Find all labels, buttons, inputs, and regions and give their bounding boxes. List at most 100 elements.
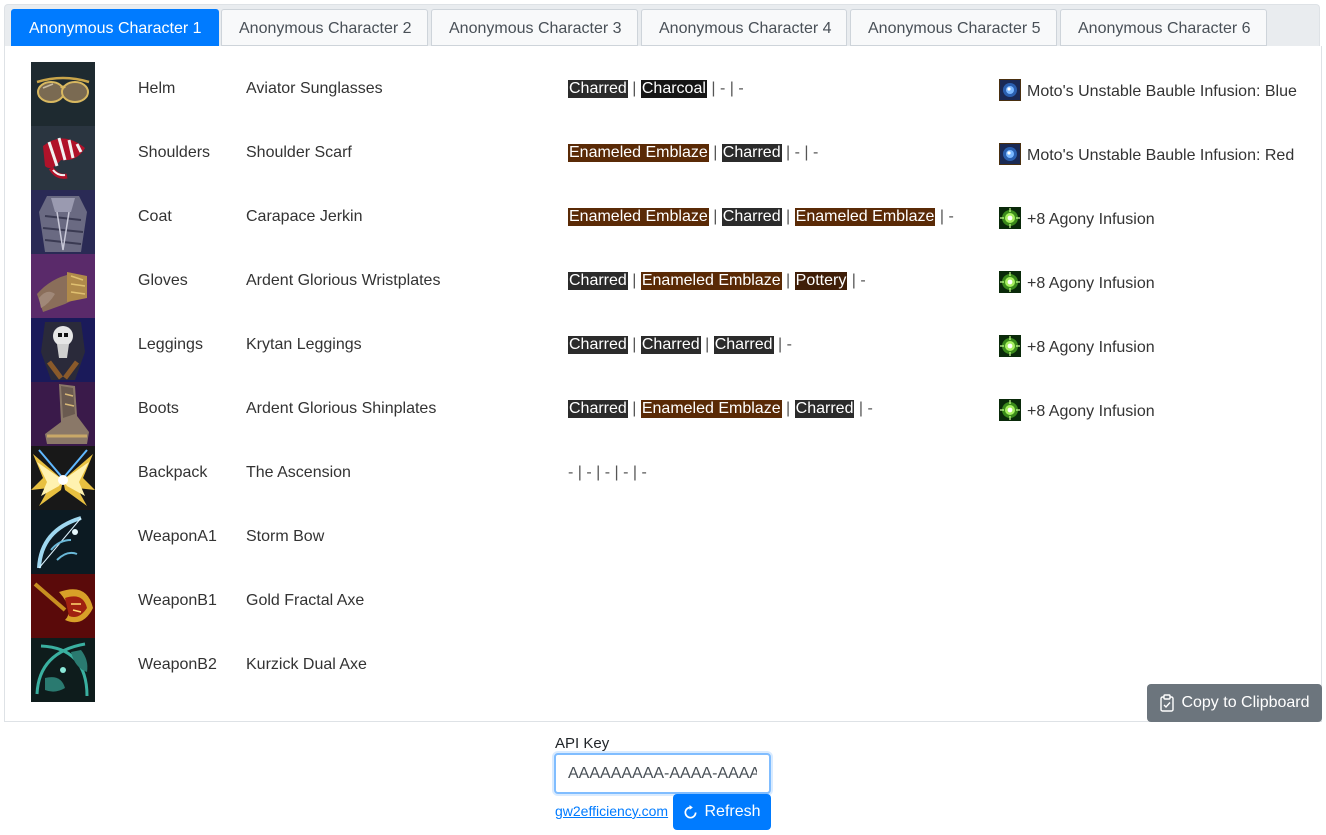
slot-label: WeaponA1	[138, 528, 217, 545]
refresh-icon	[685, 804, 697, 818]
dye-separator: |	[627, 336, 641, 353]
dye-swatch: Enameled Emblaze	[640, 272, 782, 290]
dye-swatch: Charcoal	[640, 80, 707, 98]
api-key-label: API Key	[555, 735, 610, 752]
item-name: Gold Fractal Axe	[246, 592, 365, 609]
bauble-infusion-icon	[999, 143, 1021, 165]
dye-separator: |	[708, 144, 722, 161]
infusion-label: Moto's Unstable Bauble Infusion: Blue	[1027, 83, 1297, 100]
empty-dye-slot: -	[813, 144, 819, 161]
aviator-sunglasses-icon	[31, 62, 95, 126]
carapace-jerkin-icon	[31, 190, 95, 254]
dye-swatch: Charred	[721, 144, 782, 162]
dye-swatch: Pottery	[794, 272, 848, 290]
dye-swatch: Charred	[568, 80, 628, 98]
krytan-leggings-icon	[31, 318, 95, 382]
infusion: +8 Agony Infusion	[999, 335, 1155, 358]
wristplates-icon	[31, 254, 95, 318]
infusion: Moto's Unstable Bauble Infusion: Red	[999, 143, 1294, 166]
dye-list: Charred | Charred | Charred | -	[568, 335, 792, 355]
dye-separator: |	[773, 336, 787, 353]
dye-list: - | - | - | - | -	[568, 463, 647, 483]
slot-label: Coat	[138, 208, 172, 225]
infusion-label: Moto's Unstable Bauble Infusion: Red	[1027, 147, 1295, 164]
dye-separator: |	[847, 272, 861, 289]
bauble-infusion-icon	[999, 79, 1021, 101]
dye-separator: |	[628, 464, 642, 481]
infusion-label: +8 Agony Infusion	[1027, 403, 1155, 420]
equipment-row-coat: Coat Carapace Jerkin Enameled Emblaze | Ch…	[5, 190, 1323, 254]
api-key-input[interactable]	[554, 753, 771, 794]
item-name: Krytan Leggings	[246, 336, 362, 353]
slot-label: Backpack	[138, 464, 208, 481]
item-name: Shoulder Scarf	[246, 144, 352, 161]
refresh-button-label: Refresh	[704, 803, 761, 820]
shoulder-scarf-icon	[31, 126, 95, 190]
equipment-panel: Copy to Clipboard Helm Aviator Sunglasses…	[4, 46, 1322, 722]
infusion-label: +8 Agony Infusion	[1027, 211, 1155, 228]
infusion: +8 Agony Infusion	[999, 399, 1155, 422]
agony-infusion-icon	[999, 271, 1021, 293]
dye-separator: |	[700, 336, 714, 353]
tab-character-4[interactable]: Anonymous Character 4	[641, 9, 847, 46]
character-tabs: Anonymous Character 1 Anonymous Character…	[4, 4, 1320, 46]
dye-separator: |	[799, 144, 814, 161]
tab-character-3[interactable]: Anonymous Character 3	[431, 9, 638, 46]
dye-separator: |	[781, 144, 795, 161]
item-name: Ardent Glorious Wristplates	[246, 272, 441, 289]
tab-character-5[interactable]: Anonymous Character 5	[850, 9, 1057, 46]
equipment-row-boots: Boots Ardent Glorious Shinplates Charred |…	[5, 382, 1323, 446]
dye-separator: |	[708, 208, 722, 225]
dye-swatch: Charred	[568, 272, 628, 290]
shinplates-icon	[31, 382, 95, 446]
dye-list: Charred | Charcoal | - | -	[568, 79, 744, 99]
empty-dye-slot: -	[641, 464, 647, 481]
slot-label: Boots	[138, 400, 179, 417]
dye-swatch: Charred	[640, 336, 701, 354]
dye-separator: |	[781, 400, 795, 417]
slot-label: WeaponB1	[138, 592, 217, 609]
dye-swatch: Charred	[568, 400, 628, 418]
dye-separator: |	[627, 272, 641, 289]
dye-swatch: Charred	[794, 400, 855, 418]
infusion-label: +8 Agony Infusion	[1027, 339, 1155, 356]
item-name: Kurzick Dual Axe	[246, 656, 367, 673]
dye-swatch: Charred	[568, 336, 628, 354]
storm-bow-icon	[31, 510, 95, 574]
agony-infusion-icon	[999, 207, 1021, 229]
dye-swatch: Charred	[713, 336, 774, 354]
slot-label: Leggings	[138, 336, 203, 353]
dye-swatch: Enameled Emblaze	[568, 144, 709, 162]
equipment-row-weaponb1: WeaponB1 Gold Fractal Axe	[5, 574, 1323, 638]
empty-dye-slot: -	[867, 400, 873, 417]
dye-swatch: Enameled Emblaze	[568, 208, 709, 226]
item-name: Carapace Jerkin	[246, 208, 363, 225]
dye-separator: |	[781, 272, 795, 289]
dye-separator: |	[706, 80, 720, 97]
gw2efficiency-link[interactable]: gw2efficiency.com	[555, 803, 668, 819]
infusion-label: +8 Agony Infusion	[1027, 275, 1155, 292]
infusion: +8 Agony Infusion	[999, 271, 1155, 294]
tab-character-2[interactable]: Anonymous Character 2	[221, 9, 428, 46]
equipment-row-backpack: Backpack The Ascension - | - | - | - | -	[5, 446, 1323, 510]
dye-list: Enameled Emblaze | Charred | Enameled Em…	[568, 207, 954, 227]
tab-character-1[interactable]: Anonymous Character 1	[11, 9, 219, 46]
refresh-button[interactable]: Refresh	[673, 794, 771, 830]
equipment-row-shoulders: Shoulders Shoulder Scarf Enameled Emblaze …	[5, 126, 1323, 190]
dye-separator: |	[610, 464, 624, 481]
dye-swatch: Enameled Emblaze	[794, 208, 936, 226]
ascension-backpack-icon	[31, 446, 95, 510]
dye-separator: |	[781, 208, 795, 225]
dye-swatch: Charred	[721, 208, 782, 226]
empty-dye-slot: -	[860, 272, 866, 289]
dye-list: Charred | Enameled Emblaze | Pottery | -	[568, 271, 866, 291]
tab-character-6[interactable]: Anonymous Character 6	[1060, 9, 1267, 46]
equipment-row-weaponb2: WeaponB2 Kurzick Dual Axe	[5, 638, 1323, 702]
gold-fractal-axe-icon	[31, 574, 95, 638]
dye-separator: |	[935, 208, 949, 225]
empty-dye-slot: -	[786, 336, 792, 353]
kurzick-dual-axe-icon	[31, 638, 95, 702]
dye-list: Charred | Enameled Emblaze | Charred | -	[568, 399, 873, 419]
slot-label: Helm	[138, 80, 176, 97]
item-name: Storm Bow	[246, 528, 325, 545]
